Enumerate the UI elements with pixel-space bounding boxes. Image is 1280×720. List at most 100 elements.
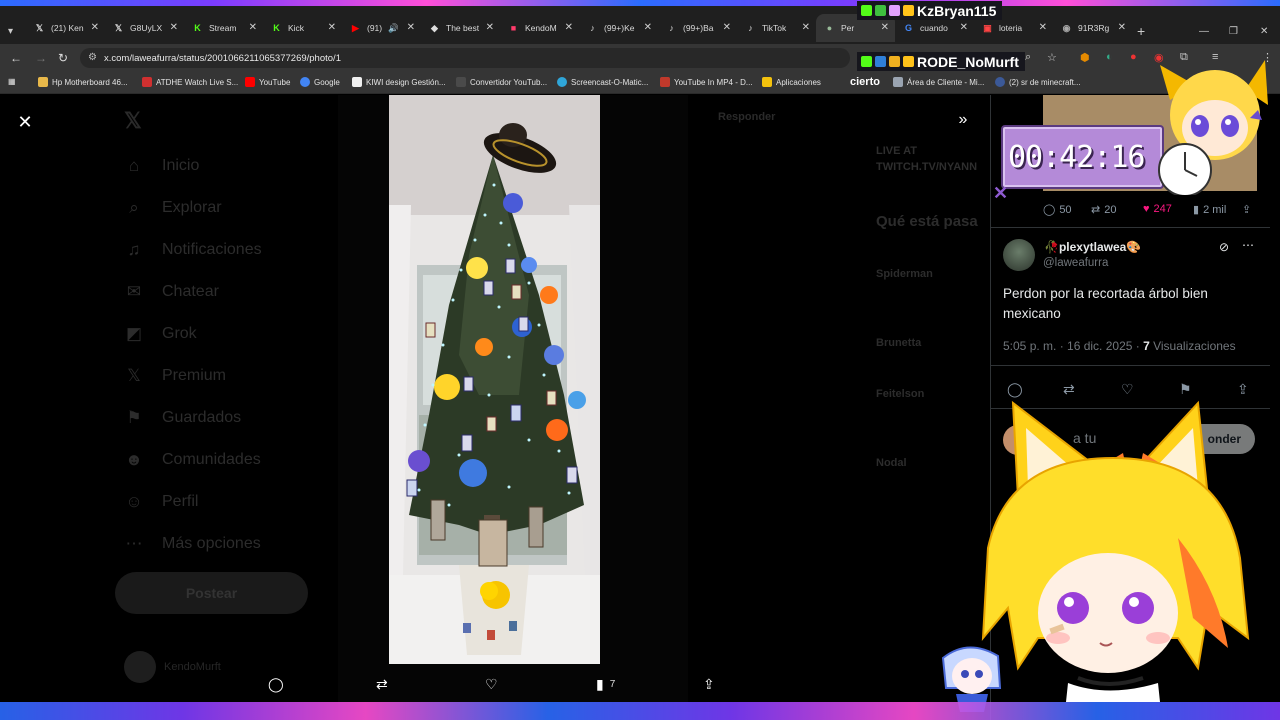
browser-tab[interactable]: ♪ (99+)Ba ✕ [658, 14, 737, 42]
browser-tab[interactable]: 𝕏 G8UyLX ✕ [105, 14, 184, 42]
close-tab-icon[interactable]: ✕ [565, 22, 573, 33]
nav-item-home[interactable]: ⌂ Inicio [124, 156, 200, 176]
search-icon[interactable]: ⌕ [1025, 51, 1031, 64]
bookmark-item[interactable]: Aplicaciones [762, 77, 821, 87]
reload-icon[interactable]: ↻ [58, 51, 68, 65]
browser-tab[interactable]: ♪ TikTok ✕ [737, 14, 816, 42]
window-close-icon[interactable]: ✕ [1260, 26, 1268, 37]
author-name[interactable]: 🥀plexytlawea🎨 [1044, 240, 1141, 254]
repost-count[interactable]: ⇄ 20 [1091, 203, 1116, 217]
repost-action[interactable]: ⇄ [376, 674, 388, 694]
close-tab-icon[interactable]: ✕ [249, 22, 257, 33]
bookmark-item[interactable]: Área de Cliente - Mi... [893, 77, 984, 87]
browser-tab[interactable]: ■ KendoM ✕ [500, 14, 579, 42]
bookmark-item[interactable]: Convertidor YouTub... [456, 77, 547, 87]
nav-item-chat[interactable]: ✉ Chatear [124, 282, 219, 302]
site-icon: ■ [510, 23, 517, 33]
close-tab-icon[interactable]: ✕ [644, 22, 652, 33]
maximize-icon[interactable]: ❐ [1229, 26, 1238, 37]
trend-item[interactable]: Brunetta [876, 337, 921, 349]
close-tab-icon[interactable]: ✕ [881, 22, 889, 33]
tweet-timestamp[interactable]: 5:05 p. m. · 16 dic. 2025 · [1003, 339, 1143, 353]
forward-icon[interactable]: → [35, 51, 47, 65]
trend-item[interactable]: Nodal [876, 457, 907, 469]
close-tab-icon[interactable]: ✕ [170, 22, 178, 33]
nav-item-explore[interactable]: ⌕ Explorar [124, 198, 221, 218]
close-tab-icon[interactable]: ✕ [407, 22, 415, 33]
apps-grid-icon[interactable]: ▦ [8, 77, 16, 86]
trend-item[interactable]: Spiderman [876, 268, 933, 280]
browser-tab[interactable]: K Kick ✕ [263, 14, 342, 42]
browser-tab[interactable]: 𝕏 (21) Ken ✕ [26, 14, 105, 42]
close-tab-icon[interactable]: ✕ [91, 22, 99, 33]
reply-icon[interactable]: ◯ [1007, 381, 1023, 398]
more-icon[interactable]: ⋯ [1242, 238, 1254, 252]
nav-item-profile[interactable]: ☺ Perfil [124, 492, 198, 512]
expand-panel-button[interactable]: » [953, 111, 973, 131]
chart-icon: ▮ [596, 675, 604, 692]
browser-tab[interactable]: K Stream ✕ [184, 14, 263, 42]
browser-tab[interactable]: ◉ 91R3Rg ✕ [1053, 14, 1132, 42]
heart-icon[interactable]: ♡ [1121, 381, 1134, 398]
site-info-icon[interactable]: ⚙ [88, 52, 97, 63]
view-count[interactable]: ▮ 2 mil [1193, 203, 1226, 217]
post-button[interactable]: Postear [115, 572, 308, 614]
tab-search-icon[interactable]: ▾ [8, 26, 13, 37]
author-avatar[interactable] [1003, 239, 1035, 271]
bookmark-item[interactable]: ATDHE Watch Live S... [142, 77, 238, 87]
minimize-icon[interactable]: — [1199, 26, 1209, 37]
author-handle[interactable]: @laweafurra [1043, 257, 1108, 269]
extension-icon[interactable]: ● [1130, 51, 1137, 63]
nav-item-notifications[interactable]: ♫ Notificaciones [124, 240, 262, 260]
browser-tab[interactable]: ▶ (91) 🔊 ✕ [342, 14, 421, 42]
extension-icon[interactable]: ⬢ [1080, 51, 1090, 64]
nav-item-more[interactable]: ⋯ Más opciones [124, 534, 261, 554]
browser-tab[interactable]: ◆ The best ✕ [421, 14, 500, 42]
tab-label: 91R3Rg [1078, 23, 1110, 33]
url-field[interactable]: ⚙ x.com/laweafurra/status/20010662110653… [80, 48, 850, 68]
star-icon[interactable]: ☆ [1047, 51, 1057, 64]
close-media-button[interactable]: ✕ [15, 112, 35, 132]
bookmark-item[interactable]: (2) sr de minecraft... [995, 77, 1081, 87]
bookmark-item[interactable]: Hp Motherboard 46... [38, 77, 128, 87]
bookmark-item[interactable]: YouTube In MP4 - D... [660, 77, 753, 87]
chat-fragment: cierto [850, 76, 880, 88]
new-tab-icon[interactable]: + [1137, 23, 1145, 39]
close-tab-icon[interactable]: ✕ [486, 22, 494, 33]
trend-item[interactable]: Feitelson [876, 388, 924, 400]
close-tab-icon[interactable]: ✕ [328, 22, 336, 33]
share-action[interactable]: ⇪ [703, 674, 715, 694]
close-tab-icon[interactable]: ✕ [960, 22, 968, 33]
nav-item-bookmarks[interactable]: ⚑ Guardados [124, 408, 241, 428]
views-action[interactable]: ▮ 7 [596, 674, 615, 694]
account-switcher[interactable]: KendoMurft [124, 651, 221, 683]
bookmark-label: Área de Cliente - Mi... [907, 77, 985, 87]
close-tab-icon[interactable]: ✕ [1039, 22, 1047, 33]
browser-tab[interactable]: ♪ (99+)Ke ✕ [579, 14, 658, 42]
share-icon[interactable]: ⇪ [1237, 381, 1249, 398]
bookmark-item[interactable]: Screencast-O-Matic... [557, 77, 648, 87]
nav-item-communities[interactable]: ☻ Comunidades [124, 450, 261, 470]
bookmark-item[interactable]: KIWI design Gestión... [352, 77, 446, 87]
reply-count[interactable]: ◯ 50 [1043, 203, 1072, 217]
repost-icon[interactable]: ⇄ [1063, 381, 1075, 398]
extension-icon[interactable]: ◐ [1106, 51, 1113, 63]
reply-action[interactable]: ◯ [268, 674, 284, 694]
back-icon[interactable]: ← [10, 51, 22, 65]
bookmark-item[interactable]: YouTube [245, 77, 290, 87]
nav-item-grok[interactable]: ◩ Grok [124, 324, 197, 344]
bookmark-label: YouTube [259, 77, 291, 87]
tweet-photo[interactable] [389, 95, 600, 664]
speaker-icon[interactable]: 🔊 [388, 23, 399, 34]
close-tab-icon[interactable]: ✕ [802, 22, 810, 33]
bookmark-item[interactable]: Google [300, 77, 340, 87]
close-tab-icon[interactable]: ✕ [1118, 22, 1126, 33]
nav-item-premium[interactable]: 𝕏 Premium [124, 366, 226, 386]
grok-icon[interactable]: ⊘ [1219, 240, 1229, 254]
like-action[interactable]: ♡ [485, 674, 498, 694]
bookmark-icon[interactable]: ⚑ [1179, 381, 1192, 398]
reply-icon: ◯ [1043, 204, 1056, 216]
close-tab-icon[interactable]: ✕ [723, 22, 731, 33]
share-button[interactable]: ⇪ [1242, 203, 1251, 216]
like-count[interactable]: ♥ 247 [1143, 203, 1172, 215]
